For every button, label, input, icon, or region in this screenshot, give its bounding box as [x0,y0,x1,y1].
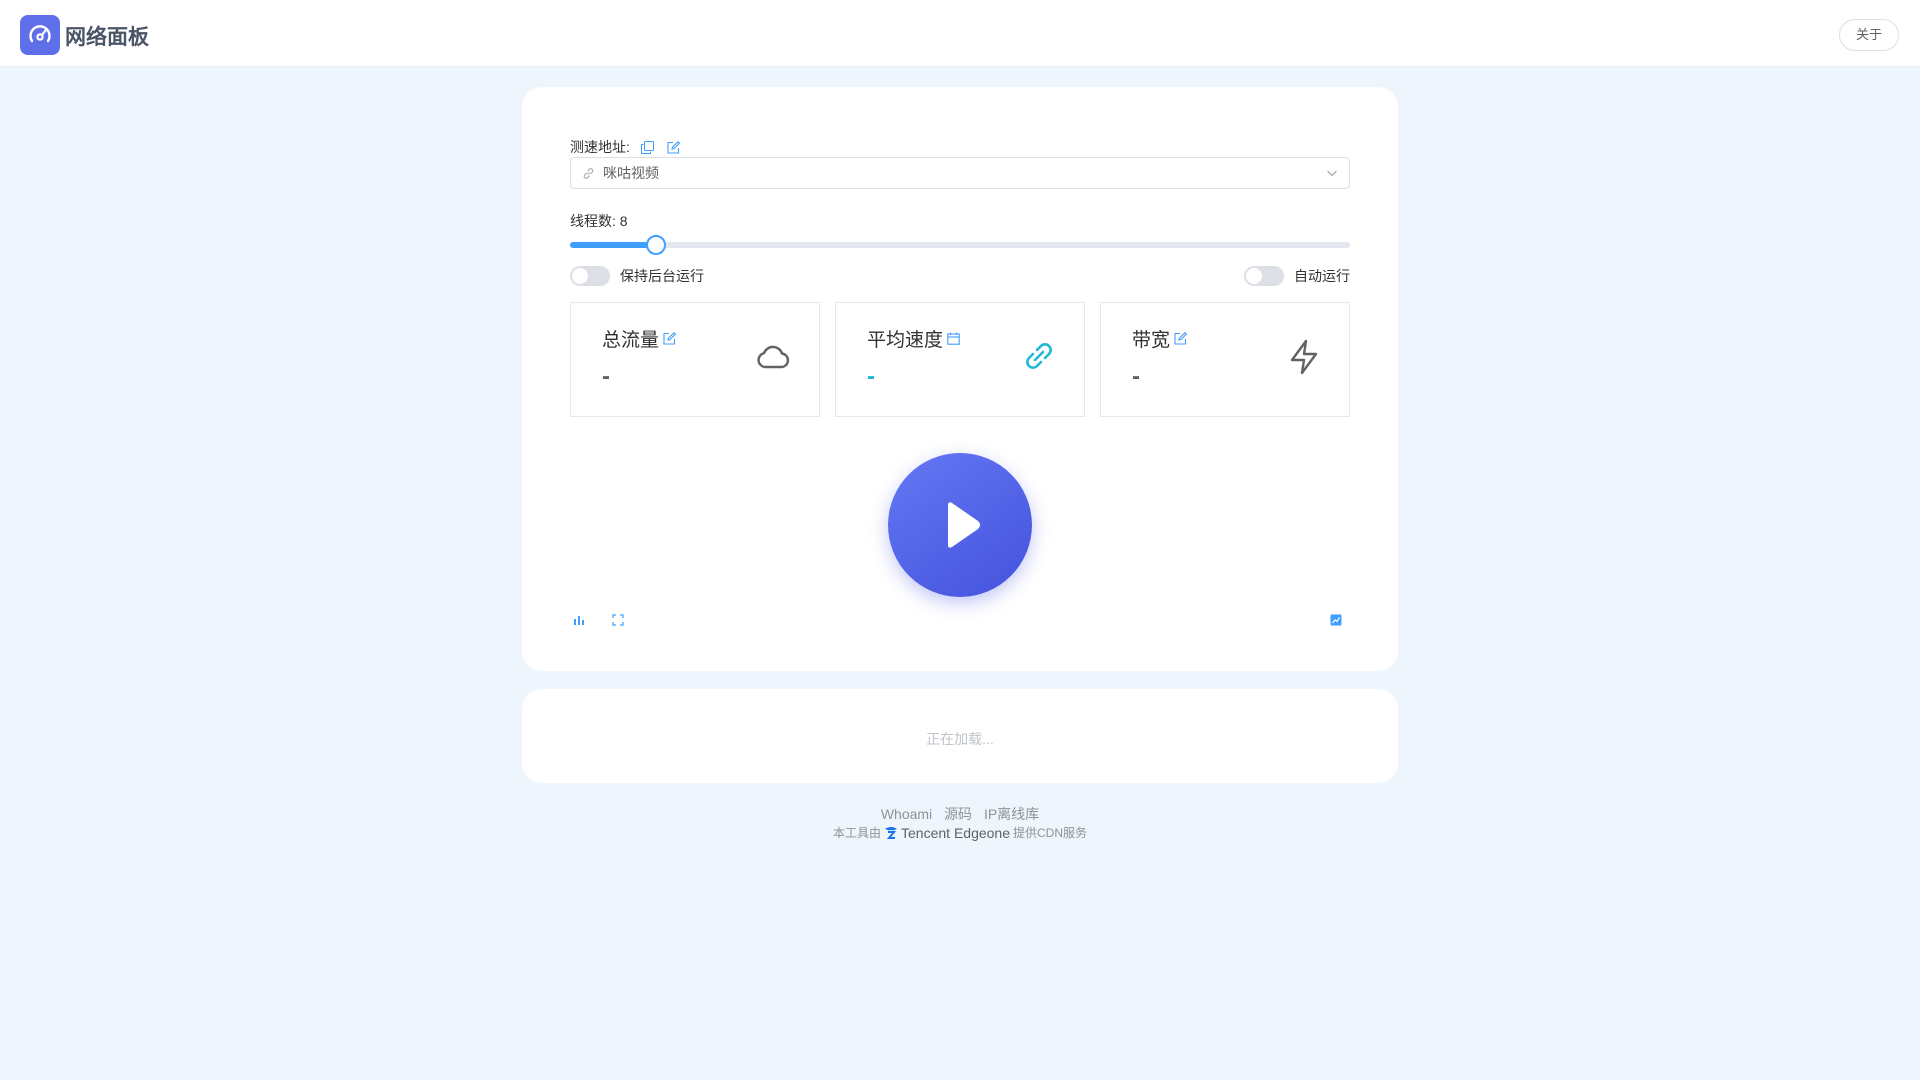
total-traffic-title: 总流量 [602,330,660,351]
bandwidth-title: 带宽 [1132,330,1171,351]
edit-icon[interactable] [666,139,682,155]
footer-link-whoami[interactable]: Whoami [881,806,932,822]
speedometer-icon[interactable] [20,15,60,55]
speed-test-card: 测速地址: 咪咕视频 线程数: 8 保持后台运行 自动运行 总流量 - 平均速度… [522,87,1398,671]
edit-icon[interactable] [1174,332,1188,345]
auto-run-label: 自动运行 [1294,268,1350,284]
credit-brand[interactable]: Tencent Edgeone [881,825,1010,841]
credit-prefix: 本工具由 [833,826,882,840]
loading-text: 正在加载... [926,731,994,747]
average-speed-value: - [867,363,875,390]
chevron-down-icon [1325,166,1339,180]
bandwidth-card: 带宽 - [1100,302,1350,417]
app-title: 网络面板 [65,26,149,49]
lightning-icon [1287,339,1321,375]
keep-background-label: 保持后台运行 [620,268,704,284]
url-label: 测速地址: [570,139,630,155]
average-speed-card: 平均速度 - [835,302,1085,417]
threads-label-text: 线程数: [570,213,616,229]
results-card: 正在加载... [522,689,1398,783]
footer-link-source[interactable]: 源码 [944,806,972,822]
footer-links: Whoami 源码 IP离线库 [0,804,1920,824]
average-speed-title: 平均速度 [867,330,944,351]
calendar-icon[interactable] [947,332,960,345]
average-speed-title-row: 平均速度 [867,325,960,352]
top-bar: 网络面板 关于 [0,0,1920,67]
bandwidth-value: - [1132,363,1140,390]
credit-brand-text: Tencent Edgeone [901,824,1010,841]
edit-icon[interactable] [663,332,677,345]
keep-background-toggle[interactable] [570,266,610,286]
threads-slider[interactable] [570,235,1350,255]
footer-link-ip-db[interactable]: IP离线库 [984,806,1039,822]
total-traffic-value: - [602,363,610,390]
total-traffic-card: 总流量 - [570,302,820,417]
credit-suffix: 提供CDN服务 [1013,826,1087,840]
link-icon [582,167,595,180]
edgeone-logo-icon [885,826,898,839]
threads-slider-thumb[interactable] [645,235,666,255]
threads-slider-fill [570,242,656,248]
total-traffic-title-row: 总流量 [602,325,677,352]
threads-value: 8 [619,213,628,229]
link-icon [1022,339,1056,373]
auto-run-toggle[interactable] [1244,266,1284,286]
url-label-row: 测速地址: [570,137,682,157]
source-select[interactable]: 咪咕视频 [570,157,1350,189]
cloud-icon [755,341,791,373]
bandwidth-title-row: 带宽 [1132,325,1188,352]
copy-icon[interactable] [640,139,656,155]
auto-run-row: 自动运行 [1244,266,1350,286]
footer-credit: 本工具由 Tencent Edgeone 提供CDN服务 [0,824,1920,841]
play-icon [948,502,980,548]
threads-label: 线程数: 8 [570,211,628,231]
source-select-value: 咪咕视频 [603,165,659,181]
keep-background-row: 保持后台运行 [570,266,704,286]
about-button[interactable]: 关于 [1838,19,1899,51]
fullscreen-icon[interactable] [612,614,624,626]
line-chart-icon[interactable] [1330,614,1342,626]
start-test-button[interactable] [888,453,1032,597]
bar-chart-icon[interactable] [573,614,585,626]
